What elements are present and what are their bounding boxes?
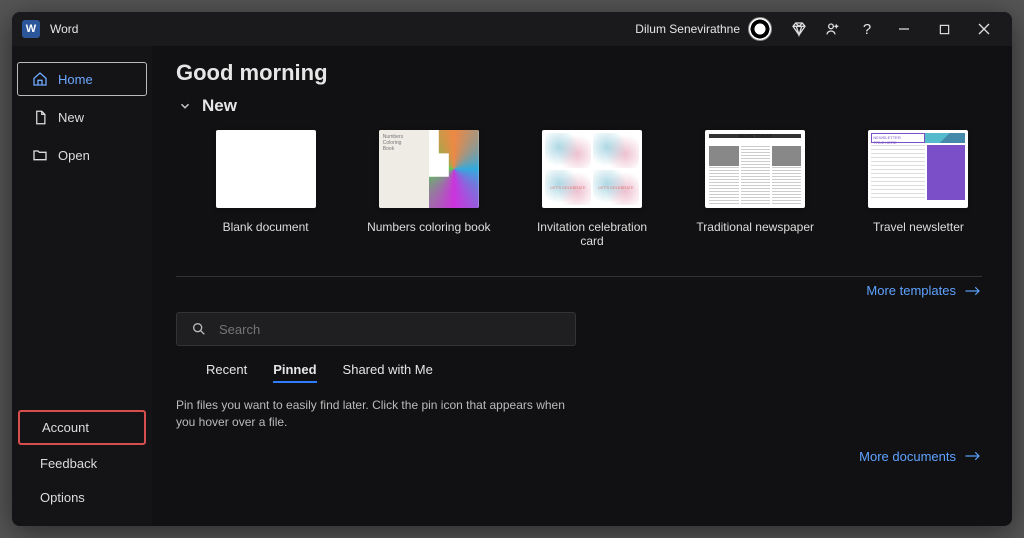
- chevron-down-icon[interactable]: [176, 97, 194, 115]
- arrow-right-icon: [964, 285, 982, 297]
- template-label: Traditional newspaper: [696, 220, 814, 234]
- divider: [176, 276, 982, 277]
- tab-pinned[interactable]: Pinned: [273, 362, 316, 383]
- sidebar-item-label: New: [58, 110, 84, 125]
- open-folder-icon: [32, 147, 48, 163]
- sidebar-item-feedback[interactable]: Feedback: [18, 448, 146, 479]
- user-avatar[interactable]: [748, 17, 772, 41]
- sidebar-item-label: Account: [42, 420, 89, 435]
- word-app-icon: W: [22, 20, 40, 38]
- template-label: Blank document: [223, 220, 309, 234]
- main-pane: Good morning New Blank document NumbersC…: [152, 46, 1012, 526]
- greeting: Good morning: [176, 60, 982, 86]
- home-icon: [32, 71, 48, 87]
- file-tabs: Recent Pinned Shared with Me: [206, 362, 982, 383]
- share-pane-icon[interactable]: [816, 12, 850, 46]
- template-thumbnail: [216, 130, 316, 208]
- sidebar-item-label: Options: [40, 490, 85, 505]
- maximize-button[interactable]: [924, 12, 964, 46]
- template-travel-newsletter[interactable]: NEWSLETTERTITLE HERE Travel newsletter: [855, 130, 982, 248]
- link-label: More documents: [859, 449, 956, 464]
- template-numbers-coloring[interactable]: NumbersColoringBook Numbers coloring boo…: [365, 130, 492, 248]
- new-file-icon: [32, 109, 48, 125]
- search-icon: [191, 321, 207, 337]
- template-label: Numbers coloring book: [367, 220, 490, 234]
- sidebar-item-open[interactable]: Open: [18, 139, 146, 171]
- sidebar-item-options[interactable]: Options: [18, 482, 146, 513]
- template-label: Travel newsletter: [873, 220, 964, 234]
- template-blank-document[interactable]: Blank document: [202, 130, 329, 248]
- template-thumbnail: LET'S CELEBRATELET'S CELEBRATE: [542, 130, 642, 208]
- sidebar-item-new[interactable]: New: [18, 101, 146, 133]
- close-button[interactable]: [964, 12, 1004, 46]
- sidebar-item-account[interactable]: Account: [18, 410, 146, 445]
- pinned-hint: Pin files you want to easily find later.…: [176, 397, 576, 431]
- section-title: New: [202, 96, 237, 116]
- tab-shared-with-me[interactable]: Shared with Me: [343, 362, 433, 383]
- user-name[interactable]: Dilum Senevirathne: [635, 22, 740, 36]
- help-icon[interactable]: ?: [850, 12, 884, 46]
- search-input[interactable]: [219, 322, 561, 337]
- template-thumbnail: NumbersColoringBook: [379, 130, 479, 208]
- app-title: Word: [50, 22, 78, 36]
- premium-diamond-icon[interactable]: [782, 12, 816, 46]
- template-traditional-newspaper[interactable]: NEWS TODAY Traditional newspaper: [692, 130, 819, 248]
- template-thumbnail: NEWS TODAY: [705, 130, 805, 208]
- sidebar-item-label: Home: [58, 72, 93, 87]
- link-label: More templates: [866, 283, 956, 298]
- sidebar-item-home[interactable]: Home: [18, 63, 146, 95]
- tab-recent[interactable]: Recent: [206, 362, 247, 383]
- more-templates-link[interactable]: More templates: [176, 283, 982, 298]
- more-documents-link[interactable]: More documents: [176, 449, 982, 464]
- sidebar-item-label: Feedback: [40, 456, 97, 471]
- template-label: Invitation celebration card: [528, 220, 655, 248]
- search-box[interactable]: [176, 312, 576, 346]
- new-section-header[interactable]: New: [176, 96, 982, 116]
- template-gallery: Blank document NumbersColoringBook Numbe…: [176, 126, 982, 256]
- arrow-right-icon: [964, 450, 982, 462]
- template-invitation-card[interactable]: LET'S CELEBRATELET'S CELEBRATE Invitatio…: [528, 130, 655, 248]
- template-thumbnail: NEWSLETTERTITLE HERE: [868, 130, 968, 208]
- sidebar-item-label: Open: [58, 148, 90, 163]
- app-window: W Word Dilum Senevirathne ? Home: [12, 12, 1012, 526]
- sidebar: Home New Open Account Feedback: [12, 46, 152, 526]
- minimize-button[interactable]: [884, 12, 924, 46]
- titlebar: W Word Dilum Senevirathne ?: [12, 12, 1012, 46]
